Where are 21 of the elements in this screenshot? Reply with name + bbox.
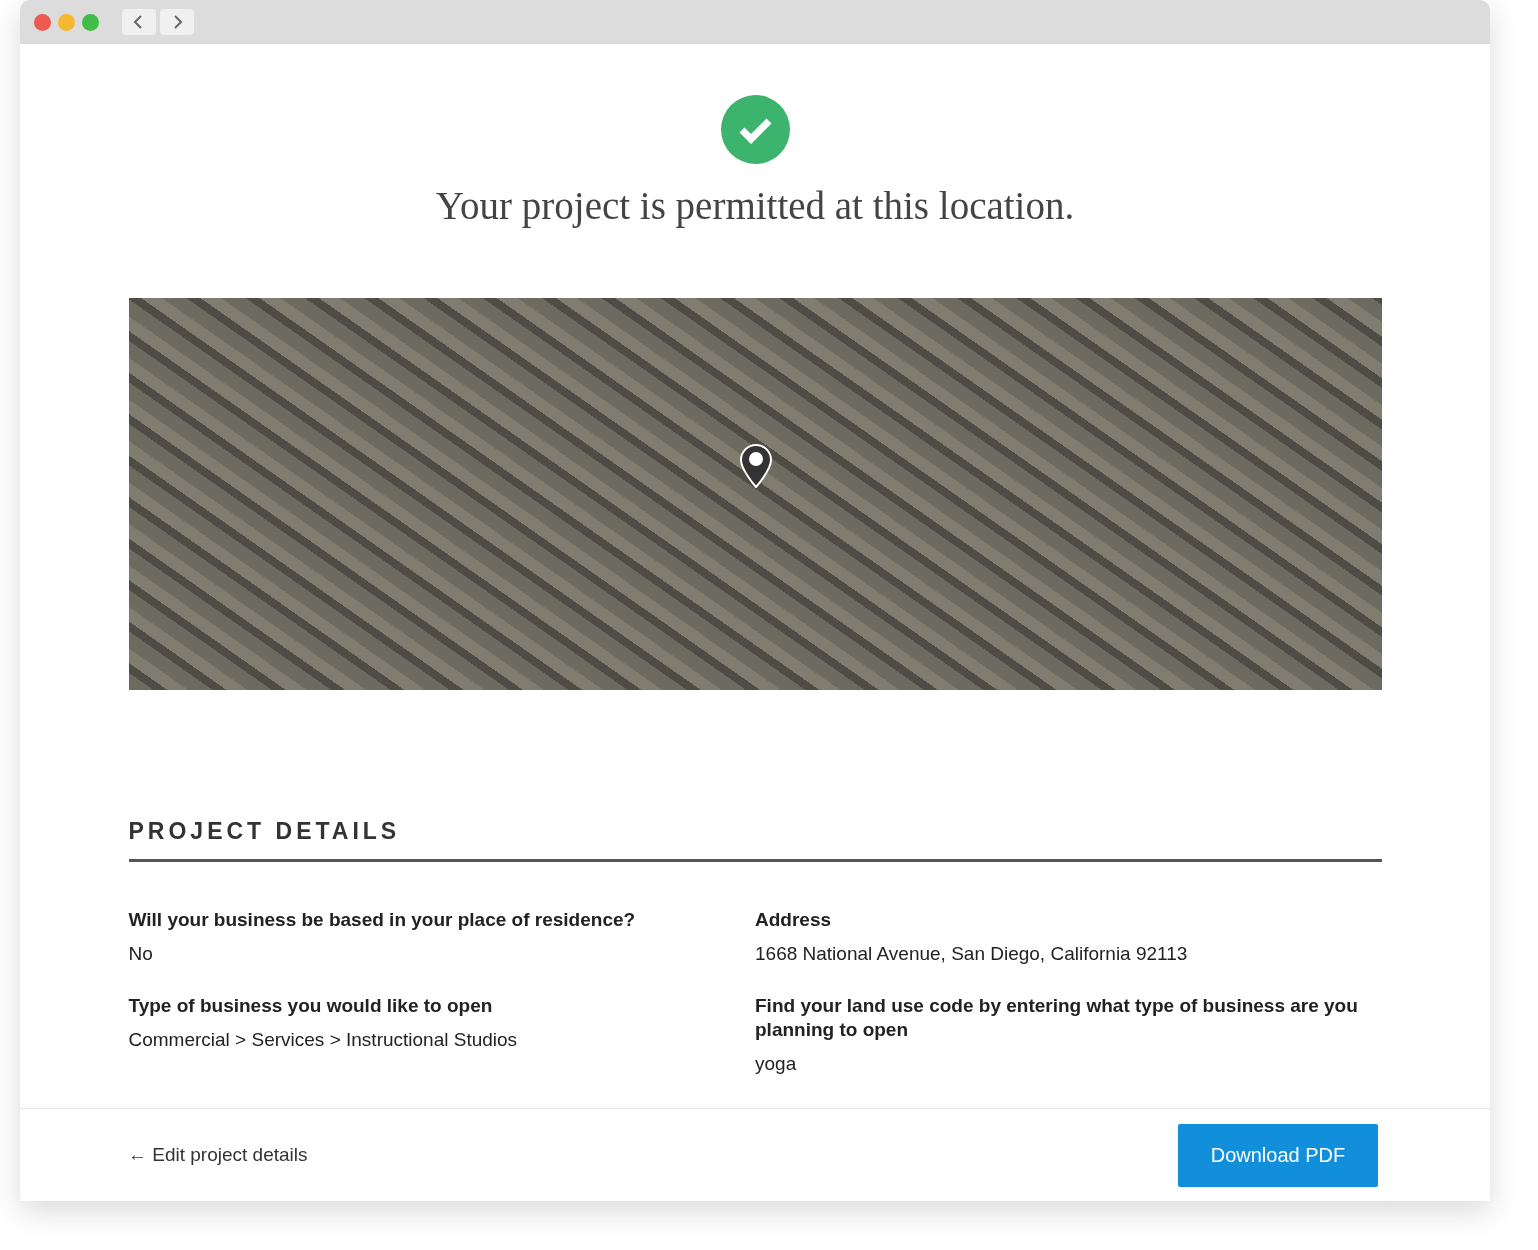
edit-project-link[interactable]: ← Edit project details — [128, 1140, 308, 1170]
field-value: yoga — [755, 1051, 798, 1076]
maximize-icon[interactable] — [82, 13, 99, 31]
result-message: Your project is permitted at this location. — [435, 183, 1075, 230]
field-label: Address — [755, 907, 833, 932]
field-value: Commercial > Services > Instructional Studios — [128, 1027, 519, 1052]
field-label: Type of business you would like to open — [128, 993, 494, 1018]
close-icon[interactable] — [34, 13, 51, 31]
field-label: Find your land use code by entering what type of business are you planning to open — [755, 993, 1359, 1042]
field-value: 1668 National Avenue, San Diego, California 92113 — [755, 941, 1189, 966]
chevron-right-icon — [171, 15, 183, 29]
download-pdf-button[interactable]: Download PDF — [1178, 1123, 1378, 1187]
chevron-left-icon — [133, 15, 145, 29]
forward-button[interactable] — [160, 9, 194, 35]
field-label: Will your business be based in your place of residence? — [128, 907, 637, 932]
back-button[interactable] — [122, 9, 156, 35]
minimize-icon[interactable] — [58, 13, 75, 31]
section-heading: PROJECT DETAILS — [128, 814, 1382, 862]
map-pin-icon — [738, 444, 773, 488]
field-value: No — [128, 941, 154, 966]
success-check-icon — [720, 95, 790, 164]
